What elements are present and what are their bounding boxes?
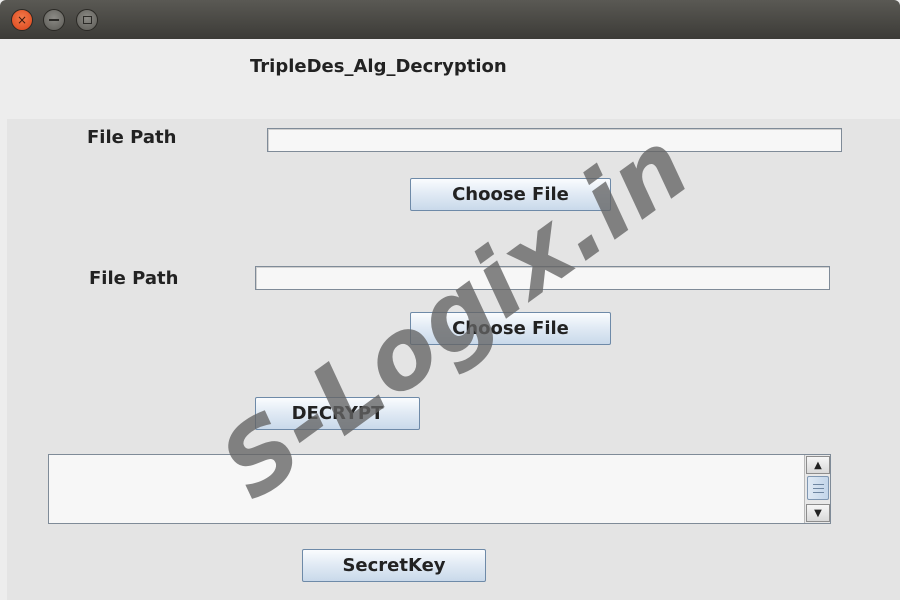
close-window-button[interactable]: ×: [11, 9, 33, 31]
choose-file-button-1[interactable]: Choose File: [410, 178, 611, 211]
minimize-window-button[interactable]: [43, 9, 65, 31]
minimize-icon: [49, 19, 59, 21]
grip-line: [813, 488, 824, 489]
choose-file-button-2[interactable]: Choose File: [410, 312, 611, 345]
grip-line: [813, 492, 824, 493]
vertical-scrollbar[interactable]: ▲ ▼: [804, 455, 830, 523]
arrow-up-icon: ▲: [814, 459, 822, 471]
maximize-icon: [82, 16, 92, 24]
secretkey-button[interactable]: SecretKey: [302, 549, 486, 582]
file-path-label-2: File Path: [89, 268, 179, 289]
scroll-down-button[interactable]: ▼: [806, 504, 830, 522]
page-title: TripleDes_Alg_Decryption: [250, 56, 507, 77]
close-icon: ×: [16, 13, 28, 27]
output-text[interactable]: [51, 457, 801, 521]
decrypt-button[interactable]: DECRYPT: [255, 397, 420, 430]
file-path-label-1: File Path: [87, 127, 177, 148]
grip-line: [813, 484, 824, 485]
scroll-thumb[interactable]: [807, 476, 829, 500]
file-path-input-1[interactable]: [267, 128, 842, 152]
file-path-input-2[interactable]: [255, 266, 830, 290]
scroll-up-button[interactable]: ▲: [806, 456, 830, 474]
arrow-down-icon: ▼: [814, 507, 822, 519]
title-bar: ×: [0, 0, 900, 39]
maximize-window-button[interactable]: [76, 9, 98, 31]
app-window: × TripleDes_Alg_Decryption File Path Cho…: [0, 0, 900, 600]
output-text-area[interactable]: ▲ ▼: [48, 454, 831, 524]
